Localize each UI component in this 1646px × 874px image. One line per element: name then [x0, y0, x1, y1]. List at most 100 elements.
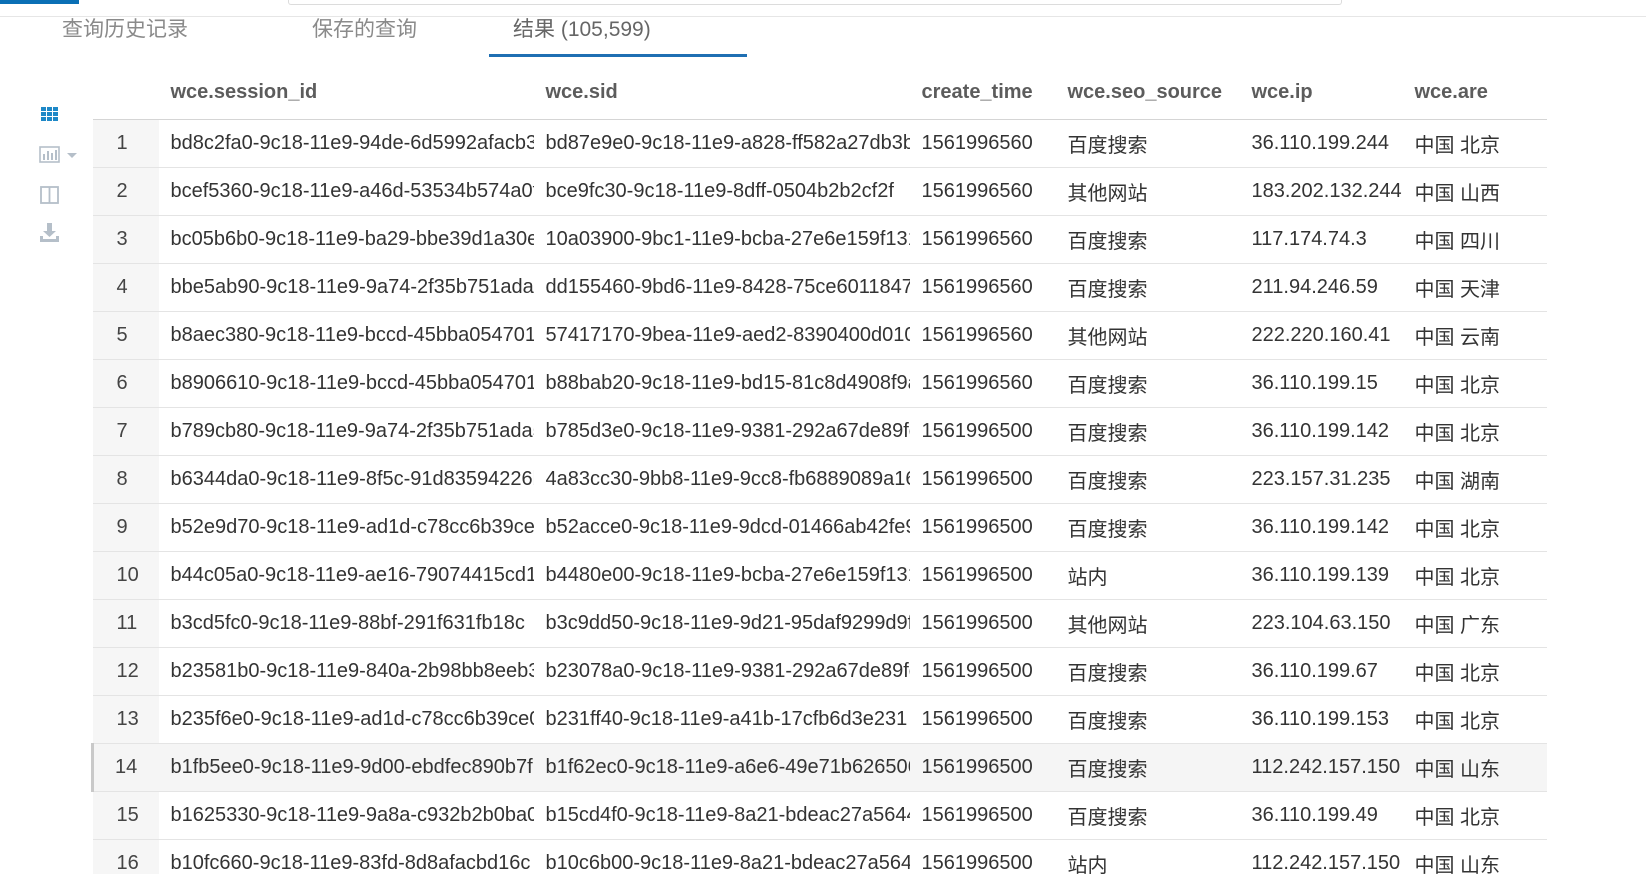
table-cell: 36.110.199.15 [1239, 359, 1403, 408]
chart-view-button[interactable] [36, 140, 86, 170]
column-header[interactable]: wce.are [1402, 66, 1547, 120]
table-cell: 36.110.199.142 [1239, 407, 1403, 456]
tab-saved-queries[interactable]: 保存的查询 [312, 16, 417, 56]
table-cell: 1561996560 [909, 215, 1056, 264]
table-cell: 36.110.199.244 [1239, 119, 1403, 168]
table-cell: b789cb80-9c18-11e9-9a74-2f35b751ada5 [158, 407, 534, 456]
row-number-cell: 16 [92, 839, 159, 874]
table-cell: 中国 广东 [1402, 599, 1547, 648]
table-cell: b1fb5ee0-9c18-11e9-9d00-ebdfec890b7f [158, 743, 534, 792]
table-cell: b1f62ec0-9c18-11e9-a6e6-49e71b626506 [533, 743, 910, 792]
tab-results[interactable]: 结果 (105,599) [513, 16, 651, 56]
row-number-cell: 1 [92, 119, 159, 168]
table-cell: 1561996500 [909, 551, 1056, 600]
table-cell: 百度搜索 [1055, 695, 1240, 744]
table-row[interactable]: 5 b8aec380-9c18-11e9-bccd-45bba054701c 574… [92, 311, 1547, 360]
table-row[interactable]: 13 b235f6e0-9c18-11e9-ad1d-c78cc6b39ce0 b2… [92, 695, 1547, 744]
row-number-cell: 15 [92, 791, 159, 840]
table-cell: 中国 北京 [1402, 791, 1547, 840]
query-editor-edge[interactable] [288, 0, 1342, 5]
table-row[interactable]: 4 bbe5ab90-9c18-11e9-9a74-2f35b751ada5 dd1… [92, 263, 1547, 312]
columns-view-button[interactable] [36, 180, 76, 210]
table-row[interactable]: 8 b6344da0-9c18-11e9-8f5c-91d83594226b 4a8… [92, 455, 1547, 504]
table-cell: b44c05a0-9c18-11e9-ae16-79074415cd15 [158, 551, 534, 600]
table-row[interactable]: 14 b1fb5ee0-9c18-11e9-9d00-ebdfec890b7f b1… [91, 743, 1547, 792]
table-row[interactable]: 1 bd8c2fa0-9c18-11e9-94de-6d5992afacb3 bd8… [92, 119, 1547, 168]
table-cell: b785d3e0-9c18-11e9-9381-292a67de89fc [533, 407, 910, 456]
table-row[interactable]: 9 b52e9d70-9c18-11e9-ad1d-c78cc6b39ce0 b52… [92, 503, 1547, 552]
table-cell: 36.110.199.49 [1239, 791, 1403, 840]
table-cell: 中国 北京 [1402, 407, 1547, 456]
row-number-cell: 12 [92, 647, 159, 696]
table-cell: b1625330-9c18-11e9-9a8a-c932b2b0ba00 [158, 791, 534, 840]
table-cell: b3c9dd50-9c18-11e9-9d21-95daf9299d9f [533, 599, 910, 648]
table-cell: b8aec380-9c18-11e9-bccd-45bba054701c [158, 311, 534, 360]
table-cell: 10a03900-9bc1-11e9-bcba-27e6e159f131 [533, 215, 910, 264]
table-row[interactable]: 3 bc05b6b0-9c18-11e9-ba29-bbe39d1a30e4 10a… [92, 215, 1547, 264]
table-cell: 百度搜索 [1055, 647, 1240, 696]
columns-icon [40, 186, 59, 204]
table-cell: b15cd4f0-9c18-11e9-8a21-bdeac27a5644 [533, 791, 910, 840]
column-header[interactable]: wce.session_id [158, 66, 534, 120]
table-cell: 中国 北京 [1402, 647, 1547, 696]
table-cell: 其他网站 [1055, 167, 1240, 216]
row-number-cell: 7 [92, 407, 159, 456]
active-nav-indicator [0, 0, 79, 4]
table-cell: 4a83cc30-9bb8-11e9-9cc8-fb6889089a16 [533, 455, 910, 504]
table-row[interactable]: 16 b10fc660-9c18-11e9-83fd-8d8afacbd16c b1… [92, 839, 1547, 874]
column-header[interactable]: wce.seo_source [1055, 66, 1240, 120]
table-cell: b10fc660-9c18-11e9-83fd-8d8afacbd16c [158, 839, 534, 874]
table-cell: 183.202.132.244 [1239, 167, 1403, 216]
table-cell: 1561996500 [909, 695, 1056, 744]
table-cell: 百度搜索 [1055, 407, 1240, 456]
column-header[interactable]: wce.ip [1239, 66, 1403, 120]
table-cell: 1561996560 [909, 359, 1056, 408]
table-cell: 中国 天津 [1402, 263, 1547, 312]
table-cell: 百度搜索 [1055, 455, 1240, 504]
column-header[interactable]: create_time [909, 66, 1056, 120]
top-bar [0, 0, 1646, 17]
table-cell: 中国 山西 [1402, 167, 1547, 216]
table-body: 1 bd8c2fa0-9c18-11e9-94de-6d5992afacb3 bd8… [91, 119, 1547, 874]
tab-query-history[interactable]: 查询历史记录 [62, 16, 188, 56]
table-row[interactable]: 2 bcef5360-9c18-11e9-a46d-53534b574a0f bce… [92, 167, 1547, 216]
column-header[interactable]: wce.sid [533, 66, 910, 120]
table-cell: 1561996500 [909, 503, 1056, 552]
table-cell: 中国 北京 [1402, 359, 1547, 408]
table-cell: 中国 北京 [1402, 503, 1547, 552]
grid-view-button[interactable] [36, 100, 76, 130]
table-cell: 中国 北京 [1402, 551, 1547, 600]
table-cell: 36.110.199.142 [1239, 503, 1403, 552]
table-cell: 112.242.157.150 [1239, 743, 1403, 792]
download-button[interactable] [36, 218, 76, 248]
table-cell: b23581b0-9c18-11e9-840a-2b98bb8eeb35 [158, 647, 534, 696]
table-cell: 百度搜索 [1055, 215, 1240, 264]
table-cell: 1561996560 [909, 167, 1056, 216]
table-row[interactable]: 7 b789cb80-9c18-11e9-9a74-2f35b751ada5 b78… [92, 407, 1547, 456]
table-cell: 百度搜索 [1055, 791, 1240, 840]
table-cell: 百度搜索 [1055, 359, 1240, 408]
table-row[interactable]: 11 b3cd5fc0-9c18-11e9-88bf-291f631fb18c b3… [92, 599, 1547, 648]
active-tab-underline [489, 54, 747, 57]
table-row[interactable]: 6 b8906610-9c18-11e9-bccd-45bba054701c b88… [92, 359, 1547, 408]
table-cell: b231ff40-9c18-11e9-a41b-17cfb6d3e231 [533, 695, 910, 744]
row-number-cell: 10 [92, 551, 159, 600]
table-cell: 中国 山东 [1402, 743, 1547, 792]
table-cell: 站内 [1055, 839, 1240, 874]
table-cell: 中国 北京 [1402, 695, 1547, 744]
table-cell: 中国 湖南 [1402, 455, 1547, 504]
row-number-cell: 8 [92, 455, 159, 504]
results-table-container[interactable]: wce.session_id wce.sid create_time wce.s… [91, 66, 1547, 874]
table-cell: 1561996500 [909, 407, 1056, 456]
table-cell: 57417170-9bea-11e9-aed2-8390400d0106 [533, 311, 910, 360]
table-cell: 中国 四川 [1402, 215, 1547, 264]
table-cell: 223.104.63.150 [1239, 599, 1403, 648]
table-cell: b3cd5fc0-9c18-11e9-88bf-291f631fb18c [158, 599, 534, 648]
table-cell: bbe5ab90-9c18-11e9-9a74-2f35b751ada5 [158, 263, 534, 312]
table-cell: 其他网站 [1055, 599, 1240, 648]
table-row[interactable]: 15 b1625330-9c18-11e9-9a8a-c932b2b0ba00 b1… [92, 791, 1547, 840]
table-row[interactable]: 12 b23581b0-9c18-11e9-840a-2b98bb8eeb35 b2… [92, 647, 1547, 696]
table-cell: 百度搜索 [1055, 263, 1240, 312]
row-number-cell: 5 [92, 311, 159, 360]
table-row[interactable]: 10 b44c05a0-9c18-11e9-ae16-79074415cd15 b4… [92, 551, 1547, 600]
